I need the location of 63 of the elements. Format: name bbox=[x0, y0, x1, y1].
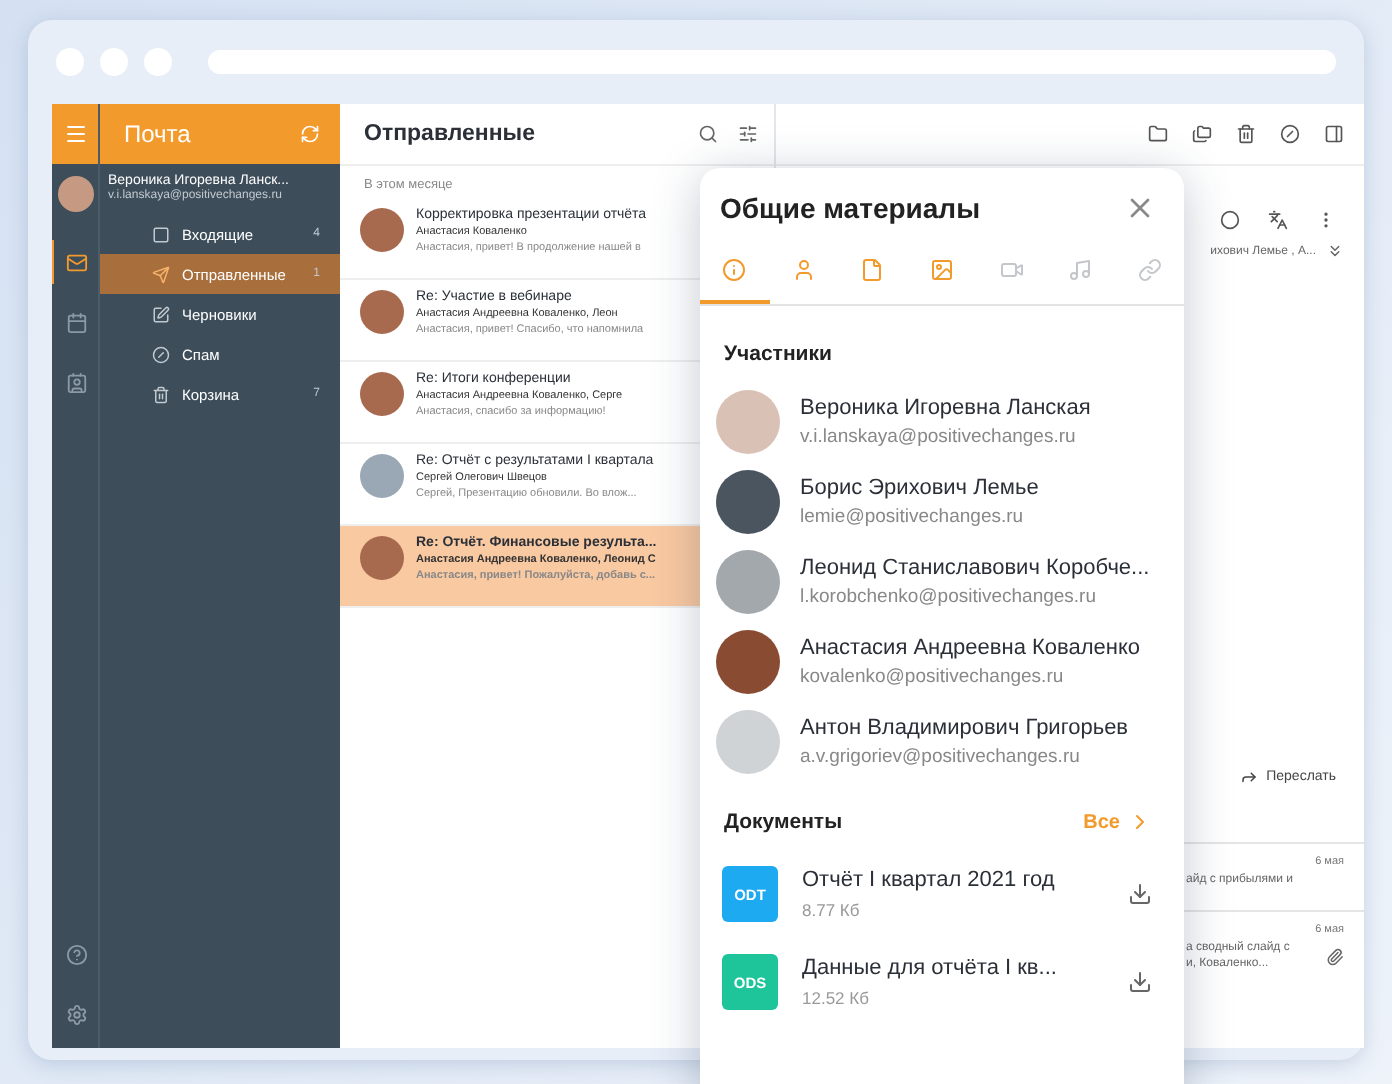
download-icon[interactable] bbox=[1128, 970, 1152, 994]
avatar bbox=[716, 550, 780, 614]
participant-name: Антон Владимирович Григорьев bbox=[800, 716, 1129, 740]
avatar bbox=[716, 710, 780, 774]
block-icon[interactable] bbox=[1280, 124, 1300, 144]
inbox-icon bbox=[152, 225, 170, 243]
section-title: Документы bbox=[724, 810, 843, 834]
folder-icon[interactable] bbox=[1148, 124, 1168, 144]
participant-email: v.i.lanskaya@positivechanges.ru bbox=[800, 426, 1078, 448]
avatar bbox=[716, 630, 780, 694]
sent-icon bbox=[152, 265, 170, 283]
participant-item[interactable]: Антон Владимирович Григорьев a.v.grigoriev@positivechanges.ru bbox=[700, 702, 1184, 782]
files-icon bbox=[860, 258, 885, 282]
menu-icon[interactable] bbox=[63, 122, 87, 146]
circle-icon[interactable] bbox=[1220, 210, 1240, 230]
trash-icon[interactable] bbox=[1236, 124, 1256, 144]
avatar bbox=[360, 454, 404, 498]
participant-email: l.korobchenko@positivechanges.ru bbox=[800, 586, 1099, 608]
participant-email: lemie@positivechanges.ru bbox=[800, 506, 1026, 528]
avatar bbox=[360, 290, 404, 334]
refresh-icon[interactable] bbox=[300, 124, 320, 144]
avatar bbox=[716, 470, 780, 534]
people-icon bbox=[791, 258, 816, 282]
participant-item[interactable]: Анастасия Андреевна Коваленко kovalenko@positivechanges.ru bbox=[700, 622, 1184, 702]
document-name: Данные для отчёта I кв... bbox=[802, 956, 1059, 980]
participant-name: Анастасия Андреевна Коваленко bbox=[800, 636, 1141, 660]
info-icon bbox=[722, 258, 747, 282]
spam-icon bbox=[152, 345, 170, 363]
window-dot bbox=[56, 48, 84, 76]
participant-email: kovalenko@positivechanges.ru bbox=[800, 666, 1066, 688]
expand-icon[interactable] bbox=[1326, 242, 1344, 260]
contact-card-icon bbox=[66, 371, 88, 393]
audio-icon bbox=[1068, 258, 1093, 282]
document-size: 8.77 Кб bbox=[802, 900, 862, 920]
video-icon bbox=[999, 258, 1024, 282]
window-dot bbox=[144, 48, 172, 76]
avatar bbox=[360, 372, 404, 416]
envelope-icon bbox=[66, 251, 88, 273]
filter-icon[interactable] bbox=[738, 124, 758, 144]
search-icon[interactable] bbox=[698, 124, 718, 144]
drafts-icon bbox=[152, 305, 170, 323]
participant-name: Борис Эрихович Лемье bbox=[800, 476, 1039, 500]
links-icon bbox=[1137, 258, 1162, 282]
participant-name: Вероника Игоревна Ланская bbox=[800, 396, 1091, 420]
download-icon[interactable] bbox=[1128, 882, 1152, 906]
participant-name: Леонид Станиславович Коробче... bbox=[800, 556, 1150, 580]
avatar bbox=[716, 390, 780, 454]
document-size: 12.52 Кб bbox=[802, 988, 871, 1008]
window-dot bbox=[100, 48, 128, 76]
images-icon bbox=[930, 258, 955, 282]
avatar bbox=[360, 208, 404, 252]
panel-icon[interactable] bbox=[1324, 124, 1344, 144]
folders-icon[interactable] bbox=[1192, 124, 1212, 144]
list-title: Отправленные bbox=[364, 122, 538, 146]
participant-email: a.v.grigoriev@positivechanges.ru bbox=[800, 746, 1082, 768]
app-title: Почта bbox=[124, 120, 191, 148]
avatar bbox=[57, 176, 93, 212]
avatar bbox=[360, 536, 404, 580]
calendar-icon bbox=[66, 311, 88, 333]
trash-icon bbox=[152, 385, 170, 403]
forward-arrow-icon bbox=[1240, 768, 1259, 786]
document-name: Отчёт I квартал 2021 год bbox=[802, 868, 1057, 892]
translate-icon[interactable] bbox=[1268, 210, 1288, 230]
